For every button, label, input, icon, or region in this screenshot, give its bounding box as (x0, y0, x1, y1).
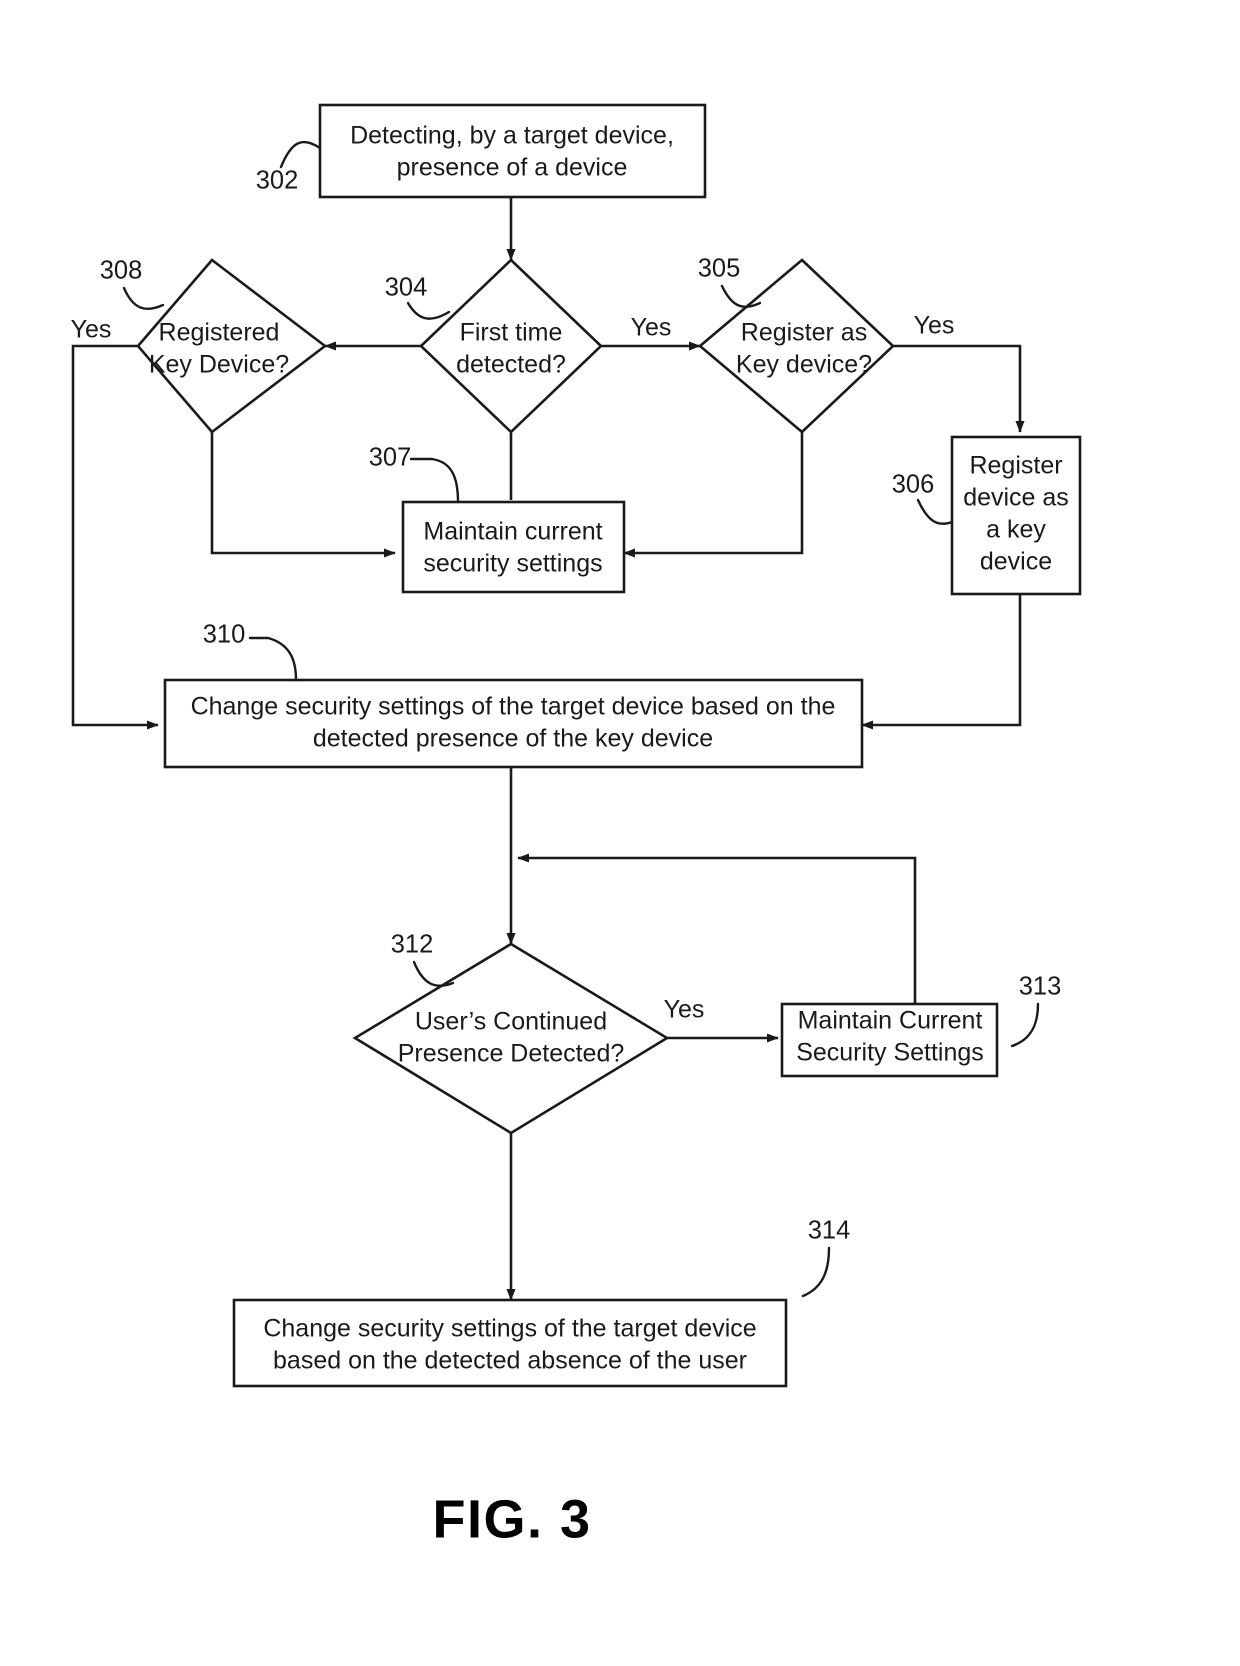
node-306-line-1: Register (969, 452, 1062, 480)
ref-313-label: 313 (1019, 973, 1062, 1001)
ref-307-callout: 307 (369, 444, 460, 504)
edge-305-no-to-307 (623, 432, 804, 558)
ref-313-leader (1010, 1002, 1040, 1048)
node-312-line-2: Presence Detected? (398, 1040, 625, 1068)
node-312[interactable]: User’s Continued Presence Detected? (352, 942, 670, 1135)
node-302[interactable]: Detecting, by a target device, presence … (318, 103, 707, 199)
ref-314-callout: 314 (801, 1217, 851, 1298)
node-314-line-1: Change security settings of the target d… (263, 1315, 756, 1343)
edge-label-312-yes: Yes (664, 996, 705, 1024)
node-307-line-1: Maintain current (423, 518, 602, 546)
ref-312-callout: 312 (391, 931, 455, 987)
ref-304-label: 304 (385, 274, 428, 302)
node-302-line-2: presence of a device (397, 154, 628, 182)
flowchart-diagram: Detecting, by a target device, presence … (71, 103, 1082, 1549)
ref-305-label: 305 (698, 255, 741, 283)
node-307-line-2: security settings (423, 550, 602, 578)
node-310[interactable]: Change security settings of the target d… (163, 678, 864, 769)
node-306[interactable]: Register device as a key device (950, 435, 1082, 596)
patent-figure-root: Detecting, by a target device, presence … (0, 0, 1240, 1666)
ref-310-leader (248, 636, 298, 682)
ref-308-callout: 308 (100, 257, 165, 310)
ref-304-leader (406, 301, 451, 320)
node-307[interactable]: Maintain current security settings (401, 500, 626, 594)
ref-312-label: 312 (391, 931, 434, 959)
edge-label-304-yes-right: Yes (631, 314, 672, 342)
node-310-line-2: detected presence of the key device (313, 725, 713, 753)
edge-306-to-310 (861, 594, 1022, 730)
node-312-diamond[interactable] (352, 942, 670, 1135)
ref-306-leader (916, 498, 954, 525)
node-306-line-3: a key (986, 516, 1046, 544)
node-313[interactable]: Maintain Current Security Settings (780, 1002, 999, 1078)
node-304-line-1: First time (460, 319, 563, 347)
ref-313-callout: 313 (1010, 973, 1062, 1048)
figure-caption: FIG. 3 (432, 1489, 591, 1549)
ref-305-callout: 305 (698, 255, 762, 308)
node-306-line-4: device (980, 548, 1052, 576)
node-304-line-2: detected? (456, 351, 566, 379)
edge-305-yes-to-306 (893, 344, 1025, 433)
node-305-line-1: Register as (741, 319, 867, 347)
node-304[interactable]: First time detected? (419, 258, 603, 434)
node-314[interactable]: Change security settings of the target d… (232, 1298, 788, 1388)
node-313-line-1: Maintain Current (798, 1007, 983, 1035)
ref-310-label: 310 (203, 621, 246, 649)
node-305-line-2: Key device? (736, 351, 872, 379)
ref-308-label: 308 (100, 257, 143, 285)
node-306-line-2: device as (963, 484, 1069, 512)
ref-314-leader (801, 1246, 831, 1298)
ref-314-label: 314 (808, 1217, 851, 1245)
node-312-line-1: User’s Continued (415, 1008, 607, 1036)
node-308-line-1: Registered (159, 319, 280, 347)
node-307-box[interactable] (401, 500, 626, 594)
ref-310-callout: 310 (203, 621, 298, 682)
ref-302-label: 302 (256, 167, 299, 195)
node-308[interactable]: Registered Key Device? (136, 258, 328, 434)
edge-308-no-to-307 (210, 432, 396, 558)
node-313-line-2: Security Settings (796, 1039, 984, 1067)
edge-label-305-yes: Yes (914, 312, 955, 340)
edge-label-308-yes: Yes (71, 316, 112, 344)
edge-308-yes-to-310 (71, 344, 159, 730)
ref-304-callout: 304 (385, 274, 451, 320)
node-308-line-2: Key Device? (149, 351, 289, 379)
ref-302-callout: 302 (256, 140, 322, 195)
ref-306-label: 306 (892, 471, 935, 499)
ref-306-callout: 306 (892, 471, 954, 525)
node-310-line-1: Change security settings of the target d… (191, 693, 836, 721)
ref-307-label: 307 (369, 444, 412, 472)
ref-307-leader (409, 457, 460, 504)
edge-313-feedback-to-trunk (517, 853, 917, 1004)
ref-308-leader (122, 286, 165, 310)
node-302-line-1: Detecting, by a target device, (350, 122, 674, 150)
node-305[interactable]: Register as Key device? (697, 258, 895, 434)
node-302-box[interactable] (318, 103, 707, 199)
node-314-line-2: based on the detected absence of the use… (273, 1347, 747, 1375)
ref-302-leader (279, 140, 322, 169)
